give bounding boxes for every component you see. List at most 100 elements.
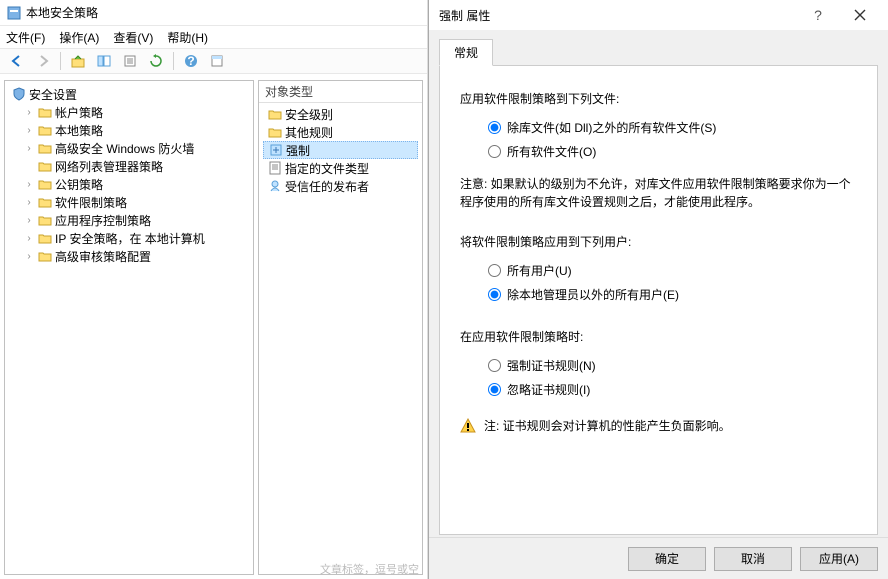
- expand-icon[interactable]: ›: [23, 215, 35, 226]
- folder-icon: [37, 104, 53, 120]
- radio-all-users[interactable]: 所有用户(U): [488, 258, 857, 282]
- list-item-icon: [267, 160, 283, 176]
- tree-item-label: 高级安全 Windows 防火墙: [55, 140, 194, 157]
- tree-item[interactable]: › 本地策略: [21, 121, 251, 139]
- radio-except-admins[interactable]: 除本地管理员以外的所有用户(E): [488, 282, 857, 306]
- radio-exclude-libs[interactable]: 除库文件(如 Dll)之外的所有软件文件(S): [488, 115, 857, 139]
- warning-text: 注: 证书规则会对计算机的性能产生负面影响。: [484, 417, 731, 434]
- list-item-icon: [267, 106, 283, 122]
- app-icon: [6, 5, 22, 21]
- close-button[interactable]: [838, 1, 882, 29]
- window-title: 本地安全策略: [26, 4, 98, 21]
- tree-item[interactable]: ›IP 安全策略，在 本地计算机: [21, 229, 251, 247]
- list-column-header[interactable]: 对象类型: [259, 81, 422, 103]
- apply-button[interactable]: 应用(A): [800, 547, 878, 571]
- radio-exclude-libs-label: 除库文件(如 Dll)之外的所有软件文件(S): [507, 119, 716, 136]
- menu-bar: 文件(F) 操作(A) 查看(V) 帮助(H): [0, 26, 427, 48]
- folder-icon: [37, 194, 53, 210]
- refresh-button[interactable]: [145, 50, 167, 72]
- menu-file[interactable]: 文件(F): [6, 29, 45, 46]
- folder-icon: [37, 122, 53, 138]
- menu-help[interactable]: 帮助(H): [167, 29, 208, 46]
- radio-except-admins-input[interactable]: [488, 288, 501, 301]
- tab-general[interactable]: 常规: [439, 39, 493, 66]
- tree-item[interactable]: › 应用程序控制策略: [21, 211, 251, 229]
- back-button[interactable]: [6, 50, 28, 72]
- menu-action[interactable]: 操作(A): [59, 29, 99, 46]
- show-hide-tree-button[interactable]: [93, 50, 115, 72]
- tree-item-label: 帐户策略: [55, 104, 103, 121]
- folder-icon: [37, 140, 53, 156]
- properties-dialog: 强制 属性 ? 常规 应用软件限制策略到下列文件: 除库文件(如 Dll)之外的…: [428, 0, 888, 579]
- folder-icon: [37, 158, 53, 174]
- radio-ignore-cert-input[interactable]: [488, 383, 501, 396]
- radio-all-files-input[interactable]: [488, 145, 501, 158]
- list-item-label: 指定的文件类型: [285, 160, 369, 177]
- expand-icon[interactable]: ›: [23, 197, 35, 208]
- radio-enforce-cert[interactable]: 强制证书规则(N): [488, 353, 857, 377]
- list-item[interactable]: 强制: [263, 141, 418, 159]
- radio-all-files[interactable]: 所有软件文件(O): [488, 139, 857, 163]
- list-item-label: 安全级别: [285, 106, 333, 123]
- footer-hint: 文章标签，逗号或空: [320, 561, 419, 577]
- help-icon[interactable]: ?: [798, 7, 838, 23]
- radio-ignore-cert[interactable]: 忽略证书规则(I): [488, 377, 857, 401]
- menu-view[interactable]: 查看(V): [113, 29, 153, 46]
- expand-icon[interactable]: ›: [23, 233, 35, 244]
- up-button[interactable]: [67, 50, 89, 72]
- tree-item-label: 高级审核策略配置: [55, 248, 151, 265]
- list-item-label: 受信任的发布者: [285, 178, 369, 195]
- list-item[interactable]: 其他规则: [263, 123, 418, 141]
- warning-icon: [460, 418, 476, 434]
- tree-item[interactable]: ›公钥策略: [21, 175, 251, 193]
- title-bar: 本地安全策略: [0, 0, 427, 26]
- expand-icon[interactable]: ›: [23, 251, 35, 262]
- list-item-icon: [267, 178, 283, 194]
- dialog-title-bar: 强制 属性 ?: [429, 0, 888, 30]
- folder-icon: [37, 248, 53, 264]
- tree-item-label: 网络列表管理器策略: [55, 158, 163, 175]
- list-item-label: 其他规则: [285, 124, 333, 141]
- list-item[interactable]: 安全级别: [263, 105, 418, 123]
- note-libs: 注意: 如果默认的级别为不允许，对库文件应用软件限制策略要求你为一个程序使用的所…: [460, 175, 857, 211]
- tree-pane[interactable]: 安全设置 › 帐户策略 › 本地策略 › 高级安全 Windows 防火墙网络列表管理器策…: [4, 80, 254, 575]
- folder-icon: [37, 212, 53, 228]
- tree-item[interactable]: ›软件限制策略: [21, 193, 251, 211]
- radio-enforce-cert-input[interactable]: [488, 359, 501, 372]
- tree-item-label: 应用程序控制策略: [55, 212, 151, 229]
- forward-button[interactable]: [32, 50, 54, 72]
- export-button[interactable]: [119, 50, 141, 72]
- list-item[interactable]: 受信任的发布者: [263, 177, 418, 195]
- ok-button[interactable]: 确定: [628, 547, 706, 571]
- radio-all-files-label: 所有软件文件(O): [507, 143, 596, 160]
- tree-root-item[interactable]: 安全设置: [7, 85, 251, 103]
- expand-icon[interactable]: ›: [23, 125, 35, 136]
- tab-strip: 常规: [429, 30, 888, 65]
- list-item[interactable]: 指定的文件类型: [263, 159, 418, 177]
- radio-ignore-cert-label: 忽略证书规则(I): [507, 381, 590, 398]
- list-item-icon: [267, 124, 283, 140]
- toolbar: ?: [0, 48, 427, 74]
- dialog-title: 强制 属性: [435, 7, 798, 24]
- tree-item-label: 本地策略: [55, 122, 103, 139]
- expand-icon[interactable]: ›: [23, 143, 35, 154]
- list-pane[interactable]: 对象类型 安全级别其他规则强制指定的文件类型受信任的发布者: [258, 80, 423, 575]
- cancel-button[interactable]: 取消: [714, 547, 792, 571]
- expand-icon[interactable]: ›: [23, 107, 35, 118]
- tree-item[interactable]: › 高级安全 Windows 防火墙: [21, 139, 251, 157]
- tree-item[interactable]: › 高级审核策略配置: [21, 247, 251, 265]
- expand-icon[interactable]: ›: [23, 179, 35, 190]
- tree-item[interactable]: › 帐户策略: [21, 103, 251, 121]
- help-button[interactable]: ?: [180, 50, 202, 72]
- radio-all-users-input[interactable]: [488, 264, 501, 277]
- section-files-label: 应用软件限制策略到下列文件:: [460, 90, 857, 107]
- dialog-button-row: 确定 取消 应用(A): [429, 537, 888, 579]
- properties-button[interactable]: [206, 50, 228, 72]
- folder-icon: [37, 230, 53, 246]
- radio-exclude-libs-input[interactable]: [488, 121, 501, 134]
- section-users-label: 将软件限制策略应用到下列用户:: [460, 233, 857, 250]
- radio-enforce-cert-label: 强制证书规则(N): [507, 357, 596, 374]
- tree-root-label: 安全设置: [29, 86, 77, 103]
- tree-item[interactable]: 网络列表管理器策略: [21, 157, 251, 175]
- list-item-label: 强制: [286, 142, 310, 159]
